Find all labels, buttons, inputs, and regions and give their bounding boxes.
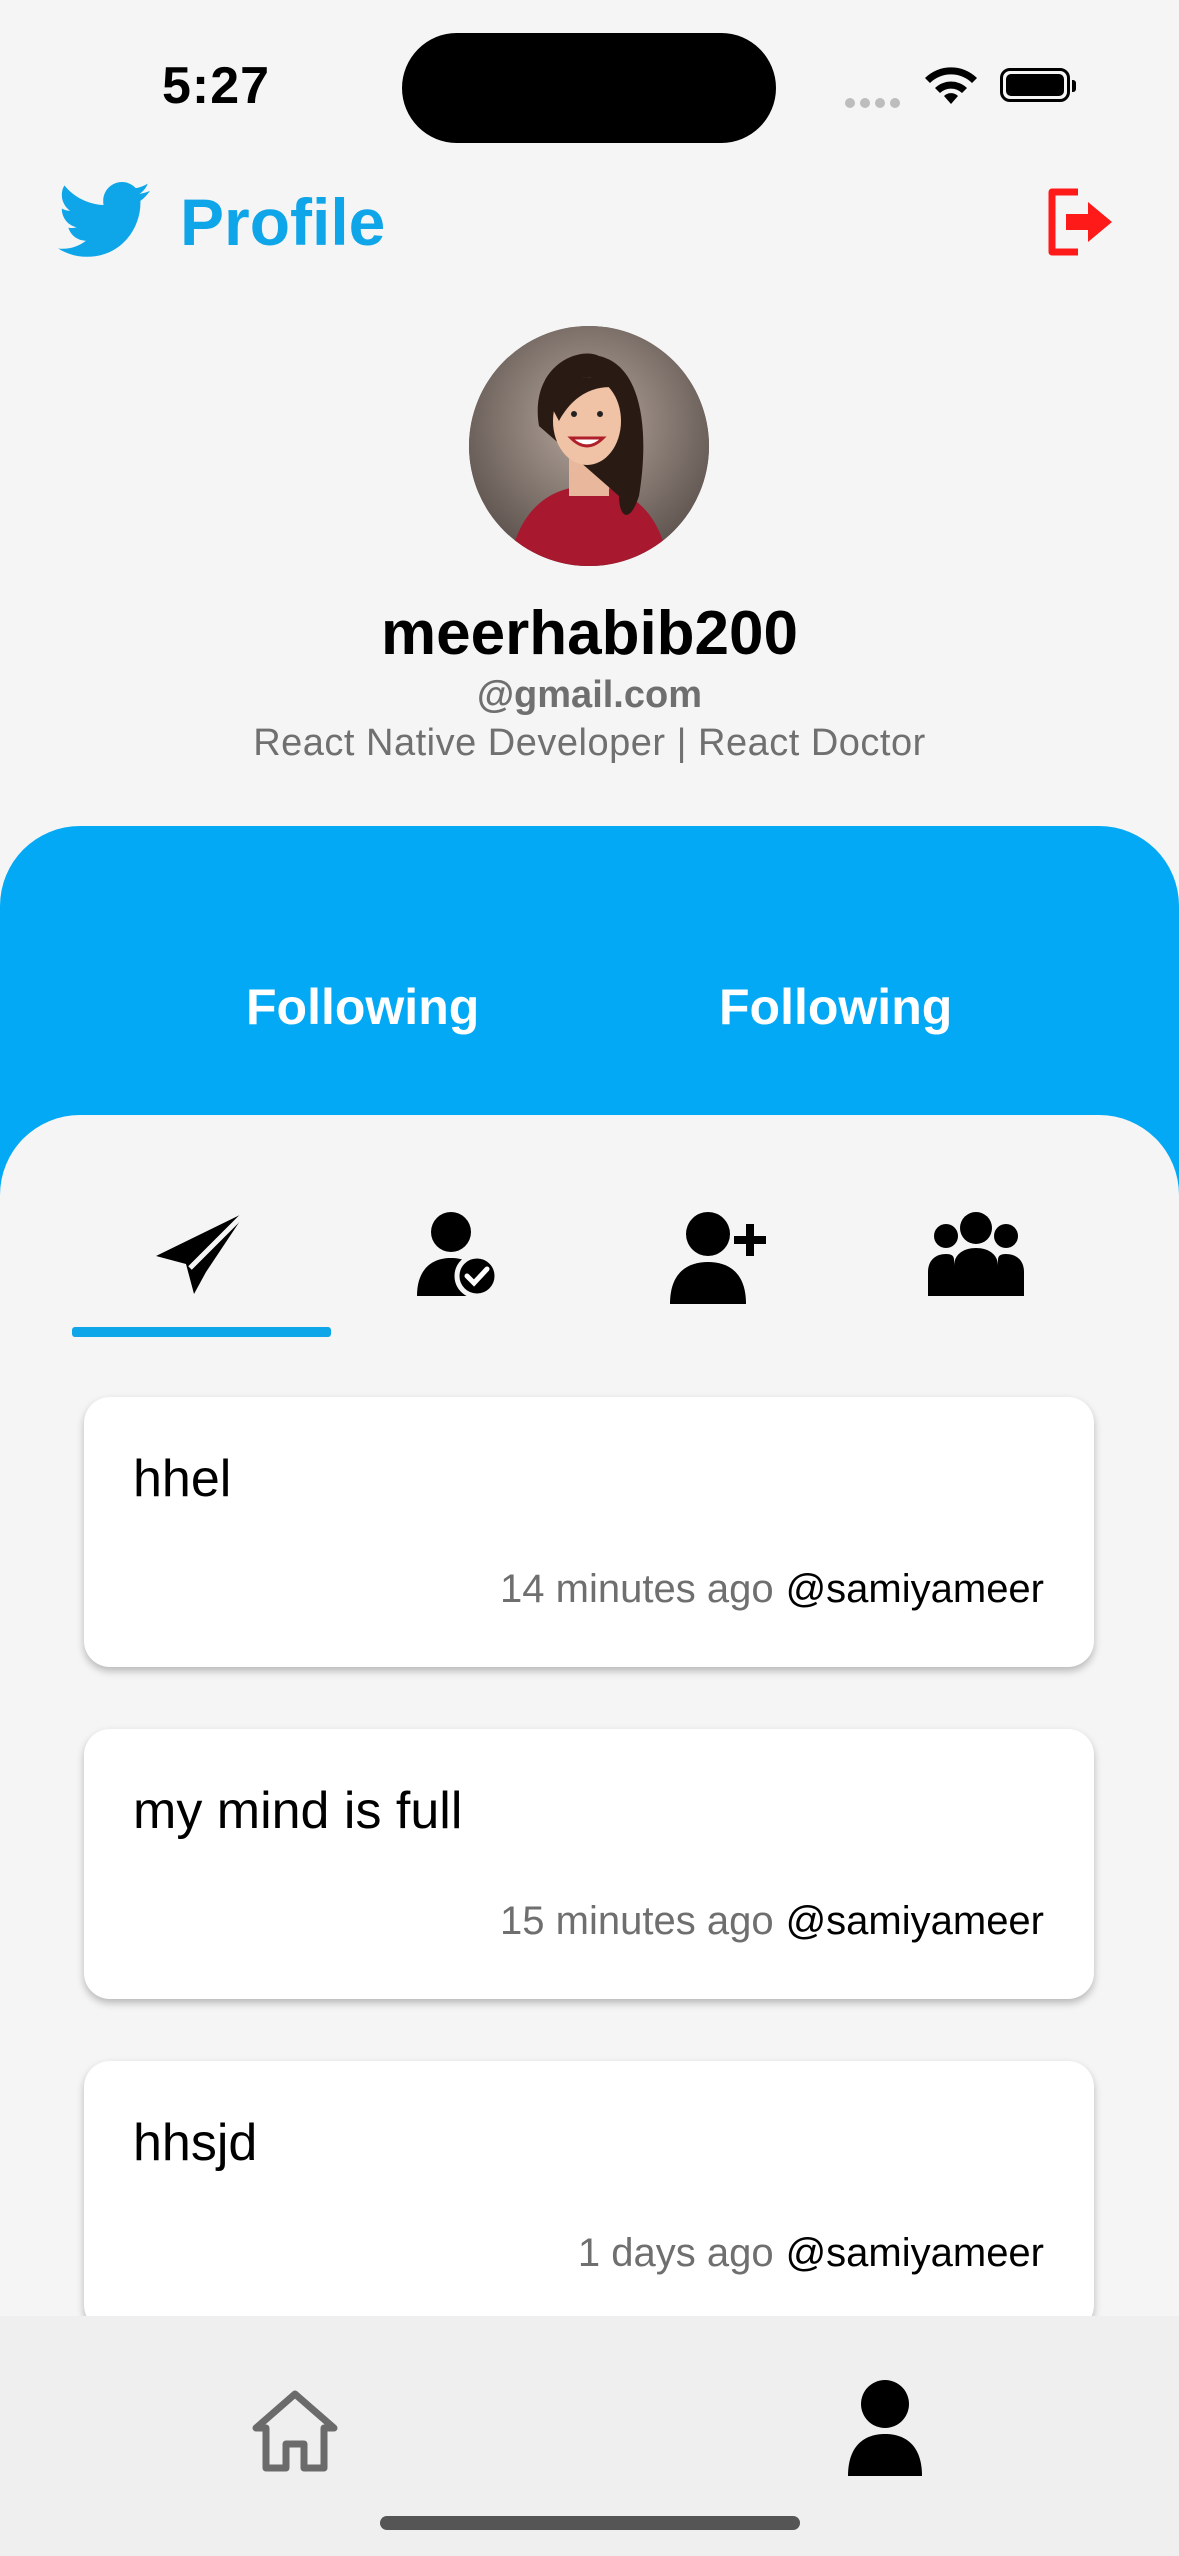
status-bar: 5:27: [0, 0, 1179, 150]
profile-icon[interactable]: [840, 2378, 930, 2478]
post-card[interactable]: my mind is full 15 minutes ago @samiyamee…: [84, 1729, 1094, 1999]
stat-following-1[interactable]: Following: [246, 978, 479, 1036]
post-text: my mind is full: [133, 1782, 463, 1840]
stat-following-2[interactable]: Following: [719, 978, 952, 1036]
wifi-icon: [925, 67, 977, 104]
tab-following[interactable]: [330, 1200, 590, 1340]
post-card[interactable]: hhsjd 1 days ago @samiyameer: [84, 2061, 1094, 2331]
bio: React Native Developer | React Doctor: [253, 722, 926, 764]
post-meta: 15 minutes ago @samiyameer: [500, 1899, 1044, 1944]
home-icon[interactable]: [250, 2386, 340, 2476]
tab-groups[interactable]: [846, 1200, 1106, 1340]
home-indicator: [380, 2516, 800, 2530]
status-time: 5:27: [162, 57, 271, 115]
post-time: 1 days ago: [577, 2231, 774, 2275]
post-text: hhsjd: [133, 2114, 258, 2172]
battery-icon: [1000, 68, 1076, 102]
avatar-image: [469, 326, 709, 566]
logout-button[interactable]: [1044, 184, 1120, 260]
tab-followers[interactable]: [588, 1200, 848, 1340]
signal-icon: [845, 95, 905, 113]
post-time: 15 minutes ago: [500, 1899, 774, 1943]
user-check-icon: [417, 1212, 500, 1299]
avatar: [469, 326, 709, 566]
post-handle[interactable]: @samiyameer: [786, 1899, 1044, 1943]
username: meerhabib200: [381, 599, 798, 668]
post-handle[interactable]: @samiyameer: [786, 2231, 1044, 2275]
page-title: Profile: [180, 185, 386, 259]
post-card[interactable]: hhel 14 minutes ago @samiyameer: [84, 1397, 1094, 1667]
paper-plane-icon: [156, 1210, 248, 1294]
post-handle[interactable]: @samiyameer: [786, 1567, 1044, 1611]
active-tab-indicator: [72, 1327, 331, 1337]
dynamic-island: [402, 33, 776, 143]
post-text: hhel: [133, 1450, 232, 1508]
header: Profile: [0, 160, 1179, 280]
users-icon: [928, 1212, 1024, 1296]
twitter-bird-icon: [58, 182, 150, 257]
post-meta: 1 days ago @samiyameer: [578, 2231, 1044, 2276]
post-meta: 14 minutes ago @samiyameer: [500, 1567, 1044, 1612]
tab-posts[interactable]: [72, 1200, 332, 1340]
post-time: 14 minutes ago: [500, 1567, 774, 1611]
user-plus-icon: [670, 1212, 766, 1304]
email: @gmail.com: [477, 674, 702, 716]
